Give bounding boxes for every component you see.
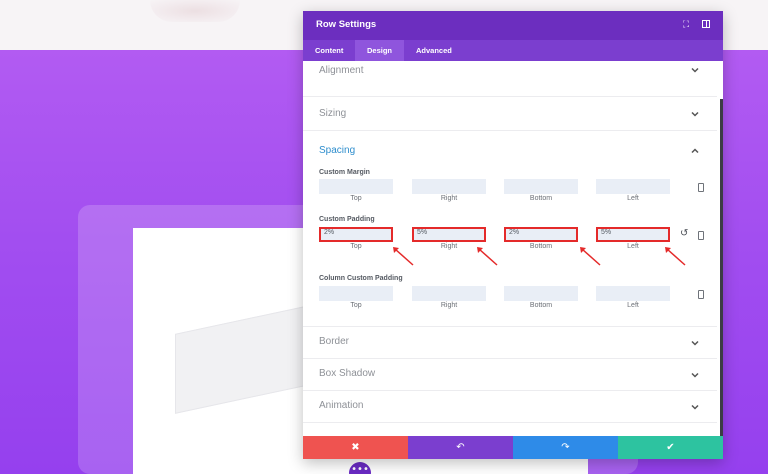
expand-icon[interactable]: ⛶ (681, 20, 691, 30)
padding-left-label: Left (627, 243, 639, 250)
chevron-down-icon[interactable] (691, 371, 699, 379)
column-padding-left-label: Left (627, 302, 639, 309)
custom-padding-label: Custom Padding (319, 216, 375, 223)
margin-top-label: Top (350, 195, 362, 202)
chevron-down-icon[interactable] (691, 403, 699, 411)
margin-top-input[interactable] (319, 179, 393, 194)
tab-advanced[interactable]: Advanced (404, 40, 464, 61)
modal-title: Row Settings (316, 19, 377, 30)
reset-icon[interactable]: ↺ (680, 228, 688, 239)
column-padding-bottom-input[interactable] (504, 286, 578, 301)
undo-button[interactable]: ↶ (408, 436, 513, 459)
section-title-border: Border (319, 336, 350, 347)
annotation-arrow (393, 247, 414, 266)
section-sizing[interactable]: Sizing (303, 97, 717, 131)
margin-bottom-label: Bottom (529, 195, 553, 202)
trash-icon[interactable] (698, 231, 704, 240)
chevron-down-icon[interactable] (691, 339, 699, 347)
column-padding-left-input[interactable] (596, 286, 670, 301)
settings-body: Alignment Sizing Spacing Custom Margin T… (303, 61, 723, 447)
more-options-button[interactable]: ••• (349, 462, 371, 474)
padding-bottom-label: Bottom (529, 243, 553, 250)
margin-right-label: Right (440, 195, 458, 202)
section-title-spacing[interactable]: Spacing (319, 145, 355, 156)
section-title-box-shadow: Box Shadow (319, 368, 376, 379)
section-alignment[interactable]: Alignment (303, 61, 717, 97)
section-title-animation: Animation (319, 400, 364, 411)
column-custom-padding-label: Column Custom Padding (319, 275, 403, 282)
margin-bottom-input[interactable] (504, 179, 578, 194)
tab-bar: Content Design Advanced (303, 40, 723, 61)
section-title-alignment: Alignment (319, 65, 364, 76)
padding-right-input[interactable]: 5% (412, 227, 486, 242)
annotation-arrow (580, 247, 601, 266)
annotation-arrow (665, 247, 686, 266)
padding-bottom-input[interactable]: 2% (504, 227, 578, 242)
annotation-arrow (477, 247, 498, 266)
column-padding-top-input[interactable] (319, 286, 393, 301)
section-border[interactable]: Border (303, 327, 717, 359)
background-photo (150, 0, 240, 22)
section-title-sizing: Sizing (319, 108, 347, 119)
margin-right-input[interactable] (412, 179, 486, 194)
column-padding-bottom-label: Bottom (529, 302, 553, 309)
column-padding-right-input[interactable] (412, 286, 486, 301)
margin-left-input[interactable] (596, 179, 670, 194)
custom-margin-label: Custom Margin (319, 169, 370, 176)
redo-button[interactable]: ↷ (513, 436, 618, 459)
trash-icon[interactable] (698, 290, 704, 299)
padding-top-input[interactable]: 2% (319, 227, 393, 242)
margin-left-label: Left (627, 195, 639, 202)
section-spacing: Spacing Custom Margin Top Right Bottom L… (303, 131, 717, 327)
padding-left-input[interactable]: 5% (596, 227, 670, 242)
row-settings-modal: Row Settings ⛶ Content Design Advanced A… (303, 11, 723, 459)
cancel-button[interactable]: ✖ (303, 436, 408, 459)
scrollbar[interactable] (720, 99, 723, 441)
trash-icon[interactable] (698, 183, 704, 192)
column-padding-top-label: Top (350, 302, 362, 309)
modal-header: Row Settings ⛶ (303, 11, 723, 40)
chevron-down-icon[interactable] (691, 110, 699, 118)
split-view-icon[interactable] (701, 20, 711, 30)
chevron-down-icon[interactable] (691, 66, 699, 74)
chevron-up-icon[interactable] (691, 147, 699, 155)
modal-footer: ✖ ↶ ↷ ✔ (303, 436, 723, 459)
column-padding-right-label: Right (440, 302, 458, 309)
section-animation[interactable]: Animation (303, 391, 717, 423)
tab-content[interactable]: Content (303, 40, 355, 61)
save-button[interactable]: ✔ (618, 436, 723, 459)
tab-design[interactable]: Design (355, 40, 405, 61)
padding-top-label: Top (350, 243, 362, 250)
section-box-shadow[interactable]: Box Shadow (303, 359, 717, 391)
